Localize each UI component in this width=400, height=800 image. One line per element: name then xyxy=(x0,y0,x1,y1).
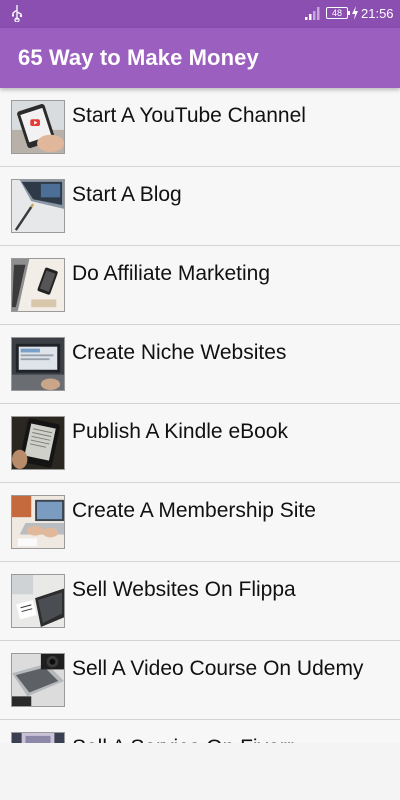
phone-youtube-thumbnail xyxy=(11,100,65,154)
list-item[interactable]: Start A YouTube Channel xyxy=(0,88,400,167)
list-item-label: Do Affiliate Marketing xyxy=(72,262,271,285)
app-screen: 48 21:56 65 Way to Make Money Start A Yo… xyxy=(0,0,400,800)
laptop-pen-thumbnail xyxy=(11,179,65,233)
list-item-label: Sell Websites On Flippa xyxy=(72,578,296,601)
laptop-phone-thumbnail xyxy=(11,258,65,312)
status-bar: 48 21:56 xyxy=(0,0,400,28)
battery-icon: 48 xyxy=(326,7,350,19)
tablet-thumbnail xyxy=(11,732,65,743)
list-item-label: Publish A Kindle eBook xyxy=(72,420,288,443)
app-title: 65 Way to Make Money xyxy=(18,45,259,70)
list-item[interactable]: Create Niche Websites xyxy=(0,325,400,404)
topic-list[interactable]: Start A YouTube Channel Start A Blog Do … xyxy=(0,88,400,743)
signal-icon xyxy=(305,7,320,20)
ereader-thumbnail xyxy=(11,416,65,470)
status-time: 21:56 xyxy=(361,6,394,21)
list-item-label: Start A YouTube Channel xyxy=(72,104,306,127)
charging-icon xyxy=(352,6,358,20)
laptop-screen-thumbnail xyxy=(11,337,65,391)
list-item[interactable]: Sell Websites On Flippa xyxy=(0,562,400,641)
battery-level: 48 xyxy=(331,8,342,18)
list-item-label: Create Niche Websites xyxy=(72,341,287,364)
list-item-label: Start A Blog xyxy=(72,183,182,206)
bottom-blank-area xyxy=(0,743,400,800)
list-item-label: Sell A Service On Fiverr xyxy=(72,735,294,743)
usb-icon xyxy=(12,5,23,22)
list-item[interactable]: Sell A Service On Fiverr xyxy=(0,720,400,743)
laptop-camera-thumbnail xyxy=(11,653,65,707)
list-item[interactable]: Publish A Kindle eBook xyxy=(0,404,400,483)
list-item[interactable]: Do Affiliate Marketing xyxy=(0,246,400,325)
list-item[interactable]: Create A Membership Site xyxy=(0,483,400,562)
list-item[interactable]: Sell A Video Course On Udemy xyxy=(0,641,400,720)
list-item[interactable]: Start A Blog xyxy=(0,167,400,246)
desk-laptop-thumbnail xyxy=(11,574,65,628)
list-item-label: Create A Membership Site xyxy=(72,499,316,522)
list-item-label: Sell A Video Course On Udemy xyxy=(72,657,364,680)
laptop-typing-thumbnail xyxy=(11,495,65,549)
app-bar: 65 Way to Make Money xyxy=(0,28,400,88)
